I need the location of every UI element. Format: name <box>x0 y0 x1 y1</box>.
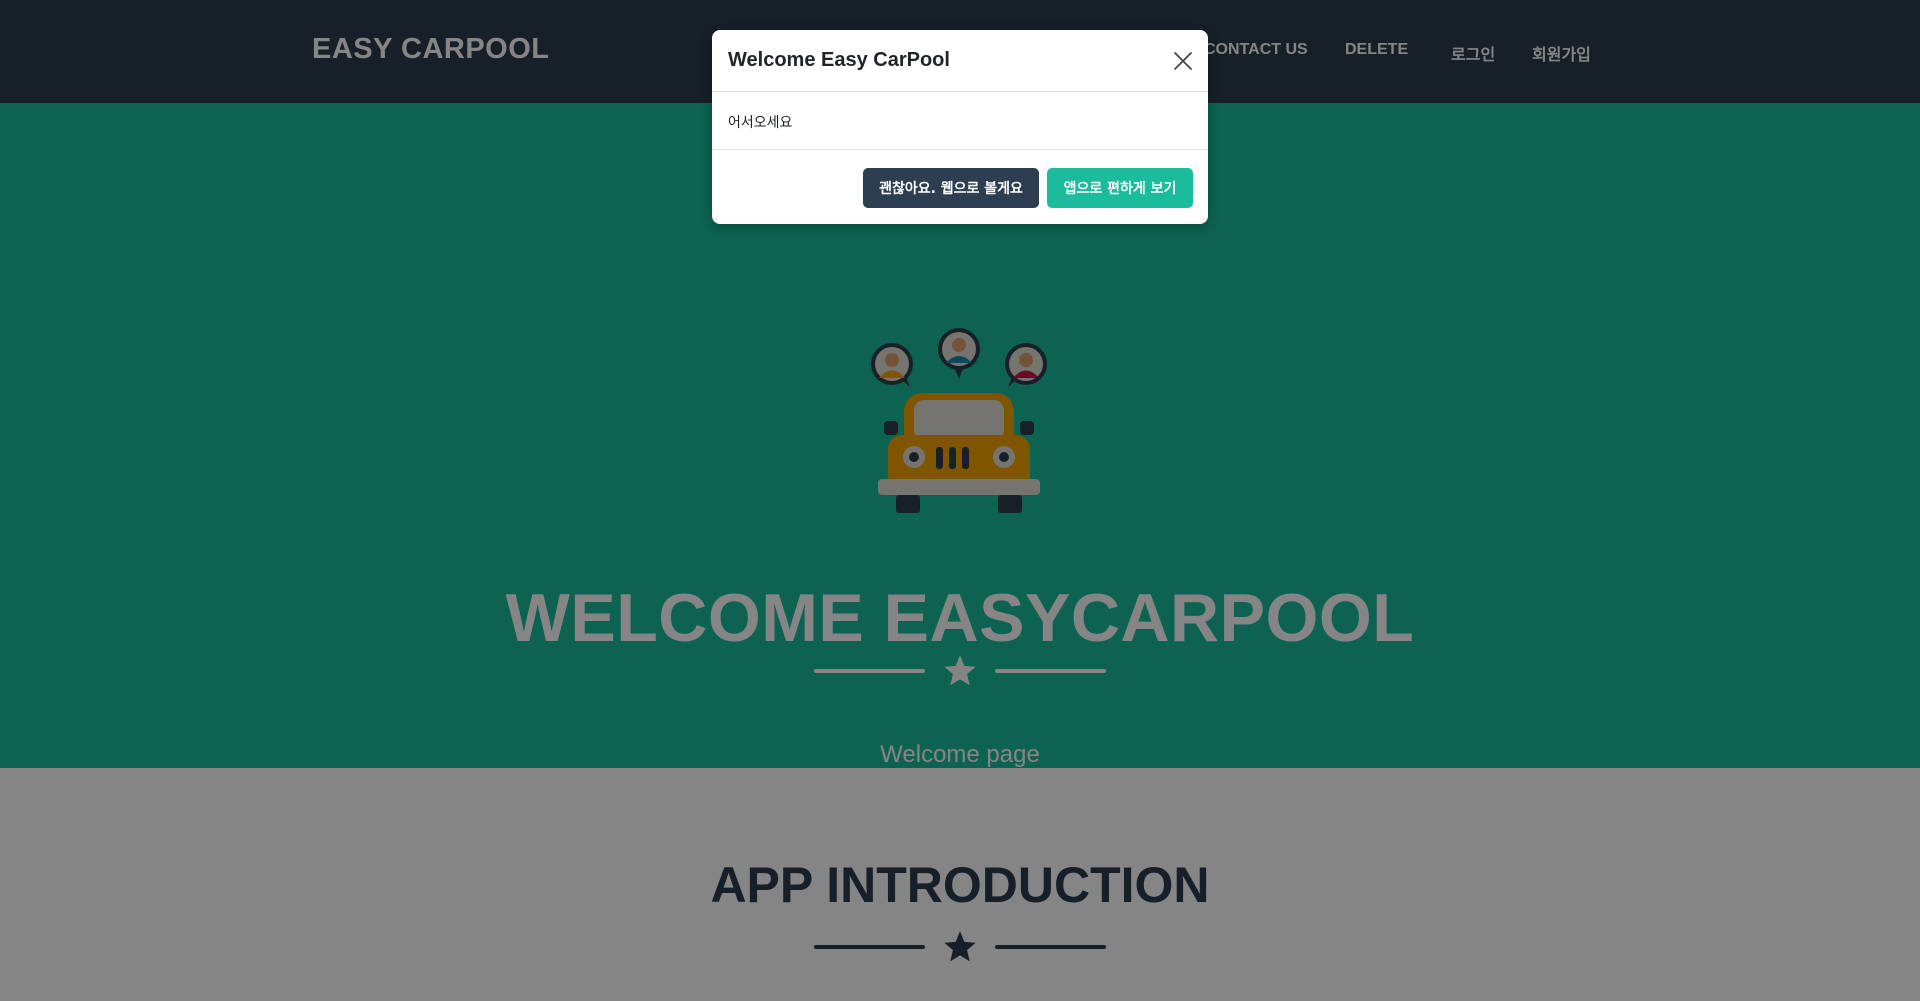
modal-body: 어서오세요 <box>712 92 1208 150</box>
modal-body-text: 어서오세요 <box>728 115 793 131</box>
view-on-web-button[interactable]: 괜찮아요. 웹으로 볼게요 <box>863 168 1039 208</box>
modal-title: Welcome Easy CarPool <box>728 49 950 71</box>
welcome-modal: Welcome Easy CarPool 어서오세요 괜찮아요. 웹으로 볼게요… <box>712 30 1208 224</box>
modal-header: Welcome Easy CarPool <box>712 30 1208 92</box>
view-in-app-button[interactable]: 앱으로 편하게 보기 <box>1047 168 1193 208</box>
close-icon[interactable] <box>1172 50 1194 72</box>
